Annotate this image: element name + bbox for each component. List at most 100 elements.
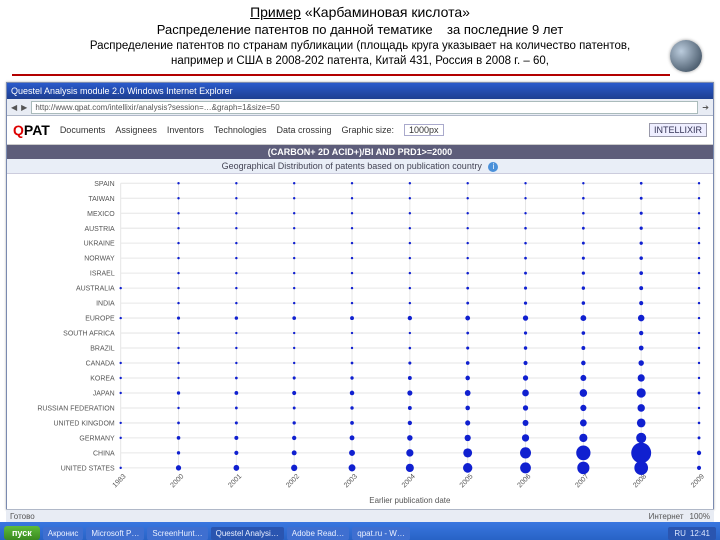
bubble[interactable] [119,437,121,439]
bubble[interactable] [582,212,585,215]
bubble[interactable] [351,212,353,214]
tab-technologies[interactable]: Technologies [214,125,267,135]
go-icon[interactable]: ➔ [702,103,709,112]
bubble[interactable] [407,435,412,441]
bubble[interactable] [293,272,295,274]
taskbar-item[interactable]: qpat.ru - W… [352,527,410,540]
bubble[interactable] [463,448,472,457]
bubble[interactable] [582,242,585,245]
bubble[interactable] [639,346,644,351]
bubble[interactable] [350,376,353,379]
bubble[interactable] [177,422,180,425]
bubble[interactable] [177,436,181,440]
bubble[interactable] [466,361,470,365]
bubble[interactable] [292,436,296,440]
bubble[interactable] [524,287,527,290]
bubble[interactable] [177,272,179,274]
bubble[interactable] [408,316,412,320]
bubble[interactable] [407,390,412,395]
bubble[interactable] [524,182,526,184]
bubble[interactable] [409,182,411,184]
bubble[interactable] [350,435,355,440]
bubble[interactable] [351,302,353,304]
url-field[interactable]: http://www.qpat.com/intellixir/analysis?… [31,101,698,114]
start-button[interactable]: пуск [4,526,40,540]
bubble[interactable] [235,332,237,334]
bubble[interactable] [349,450,355,456]
bubble[interactable] [409,197,411,199]
bubble[interactable] [351,227,353,229]
bubble[interactable] [234,391,238,395]
bubble[interactable] [465,420,470,425]
bubble[interactable] [235,287,237,289]
bubble[interactable] [637,388,646,397]
bubble[interactable] [293,227,295,229]
bubble[interactable] [293,332,295,334]
bubble[interactable] [582,182,584,184]
graphic-size-select[interactable]: 1000px [404,124,444,136]
bubble[interactable] [293,242,295,244]
bubble[interactable] [698,227,700,229]
bubble[interactable] [409,287,411,289]
bubble[interactable] [634,461,648,475]
bubble[interactable] [235,227,237,229]
bubble[interactable] [639,286,643,290]
bubble[interactable] [466,242,468,244]
bubble[interactable] [520,462,531,473]
bubble[interactable] [292,450,297,455]
bubble[interactable] [466,257,468,259]
bubble[interactable] [580,375,586,381]
bubble[interactable] [580,419,587,426]
bubble[interactable] [582,331,586,335]
bubble[interactable] [698,422,701,425]
fwd-icon[interactable]: ▶ [21,103,27,112]
tab-inventors[interactable]: Inventors [167,125,204,135]
bubble[interactable] [466,197,468,199]
bubble[interactable] [524,301,527,304]
bubble[interactable] [638,315,644,322]
bubble[interactable] [293,406,296,409]
bubble[interactable] [293,182,295,184]
bubble[interactable] [698,287,700,289]
system-tray[interactable]: RU 12:41 [668,527,716,540]
bubble[interactable] [631,443,651,464]
bubble[interactable] [466,212,468,214]
back-icon[interactable]: ◀ [11,103,17,112]
bubble[interactable] [524,331,527,334]
bubble[interactable] [235,362,237,364]
bubble[interactable] [409,302,411,304]
bubble[interactable] [698,362,700,364]
bubble[interactable] [235,347,237,349]
bubble[interactable] [466,227,468,229]
bubble[interactable] [582,257,585,260]
bubble[interactable] [177,317,180,320]
bubble[interactable] [408,406,412,410]
bubble[interactable] [234,436,238,440]
bubble[interactable] [235,272,237,274]
bubble[interactable] [409,347,412,350]
bubble[interactable] [639,256,642,260]
bubble[interactable] [177,197,179,199]
bubble[interactable] [697,466,701,470]
bubble[interactable] [638,360,643,366]
bubble[interactable] [293,257,295,259]
bubble[interactable] [408,361,411,364]
bubble[interactable] [291,465,297,471]
bubble[interactable] [639,301,643,305]
tab-assignees[interactable]: Assignees [115,125,157,135]
bubble[interactable] [465,316,470,321]
taskbar-item[interactable]: Акронис [43,527,84,540]
bubble[interactable] [409,227,411,229]
bubble[interactable] [637,418,646,427]
bubble[interactable] [581,361,586,366]
bubble[interactable] [698,347,700,349]
bubble[interactable] [235,197,237,199]
bubble[interactable] [524,227,527,230]
bubble[interactable] [177,362,179,364]
bubble[interactable] [698,272,700,274]
tab-datacrossing[interactable]: Data crossing [276,125,331,135]
bubble[interactable] [293,302,295,304]
bubble[interactable] [637,404,644,412]
bubble[interactable] [351,272,353,274]
taskbar-item[interactable]: Adobe Read… [287,527,349,540]
